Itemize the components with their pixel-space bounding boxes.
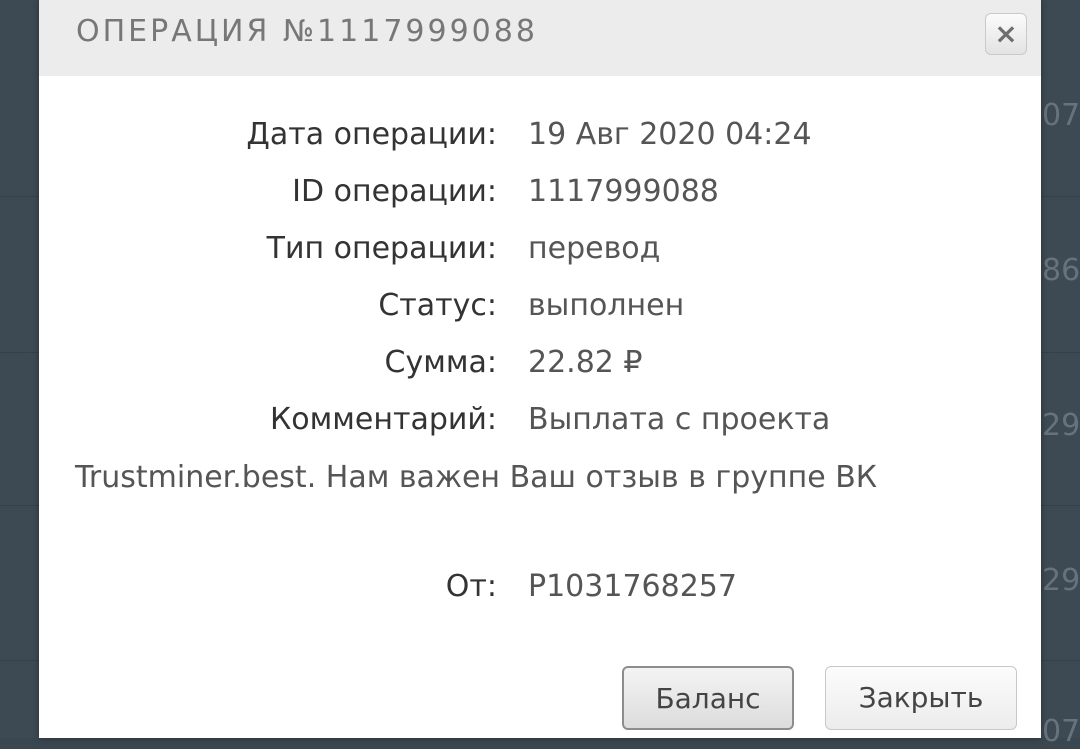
field-operation-date: Дата операции: 19 Авг 2020 04:24 <box>39 113 1041 157</box>
dialog-header: ОПЕРАЦИЯ №1117999088 × <box>39 0 1041 76</box>
field-operation-type: Тип операции: перевод <box>39 227 1041 271</box>
field-value: 19 Авг 2020 04:24 <box>528 117 812 152</box>
background-partial-value: 07 <box>1042 98 1080 133</box>
background-partial-value: 29 <box>1042 563 1080 598</box>
close-button[interactable]: Закрыть <box>825 666 1017 730</box>
field-value: перевод <box>528 231 661 266</box>
background-partial-value: 29 <box>1042 408 1080 443</box>
field-value: Выплата с проекта <box>528 402 831 437</box>
field-label: От: <box>445 569 497 604</box>
field-label: Статус: <box>378 288 497 323</box>
field-label: ID операции: <box>292 174 497 209</box>
field-label: Комментарий: <box>270 402 497 437</box>
field-amount: Сумма: 22.82 ₽ <box>39 341 1041 385</box>
field-value: выполнен <box>528 288 685 323</box>
field-comment: Комментарий: Выплата с проекта <box>39 398 1041 442</box>
field-label: Тип операции: <box>266 231 497 266</box>
field-operation-id: ID операции: 1117999088 <box>39 170 1041 214</box>
balance-button[interactable]: Баланс <box>622 666 794 730</box>
close-icon[interactable]: × <box>985 13 1027 55</box>
field-value: 22.82 ₽ <box>528 345 643 380</box>
field-label: Сумма: <box>384 345 497 380</box>
field-from: От: P1031768257 <box>39 565 1041 609</box>
field-value: 1117999088 <box>528 174 719 209</box>
operation-details-dialog: ОПЕРАЦИЯ №1117999088 × Дата операции: 19… <box>39 0 1041 738</box>
field-status: Статус: выполнен <box>39 284 1041 328</box>
field-label: Дата операции: <box>246 117 497 152</box>
dialog-title: ОПЕРАЦИЯ №1117999088 <box>76 14 538 49</box>
background-partial-value: 07 <box>1042 714 1080 749</box>
comment-continuation: Trustminer.best. Нам важен Ваш отзыв в г… <box>75 460 878 495</box>
background-partial-value: 86 <box>1042 253 1080 288</box>
field-value: P1031768257 <box>528 569 737 604</box>
